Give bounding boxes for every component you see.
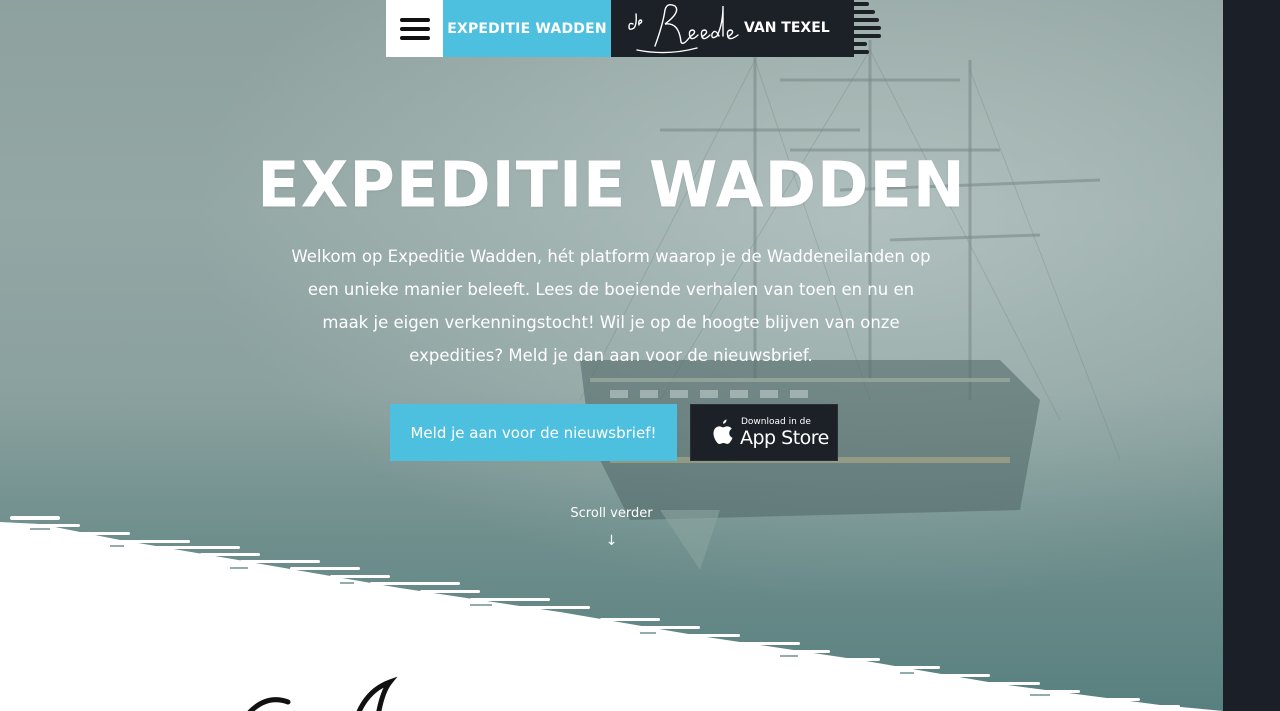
scroll-hint-label: Scroll verder (570, 506, 653, 521)
newsletter-signup-button[interactable]: Meld je aan voor de nieuwsbrief! (390, 404, 677, 461)
tab-reede-van-texel[interactable]: VAN TEXEL (611, 0, 881, 57)
apple-icon (713, 419, 733, 445)
top-navigation: EXPEDITIE WADDEN VAN TEXEL (386, 0, 881, 57)
page-title: EXPEDITIE WADDEN (257, 147, 966, 222)
appstore-big-label: App Store (740, 427, 829, 449)
app-store-button[interactable]: Download in de App Store (690, 404, 838, 461)
right-edge-panel (1223, 0, 1280, 711)
hero-section: EXPEDITIE WADDEN VAN TEXEL EXPEDITIE WAD… (0, 0, 1223, 711)
tab-expeditie-wadden[interactable]: EXPEDITIE WADDEN (443, 0, 611, 57)
signature-decoration (247, 676, 398, 711)
scroll-down-arrow-icon[interactable]: ↓ (0, 533, 1223, 549)
appstore-small-label: Download in de (741, 417, 811, 427)
menu-button[interactable] (386, 0, 443, 57)
reede-logo-script (628, 3, 739, 54)
intro-paragraph: Welkom op Expeditie Wadden, hét platform… (291, 247, 931, 365)
hamburger-icon (399, 17, 430, 40)
dashed-decoration (833, 2, 881, 54)
reede-suffix-label: VAN TEXEL (744, 20, 830, 36)
